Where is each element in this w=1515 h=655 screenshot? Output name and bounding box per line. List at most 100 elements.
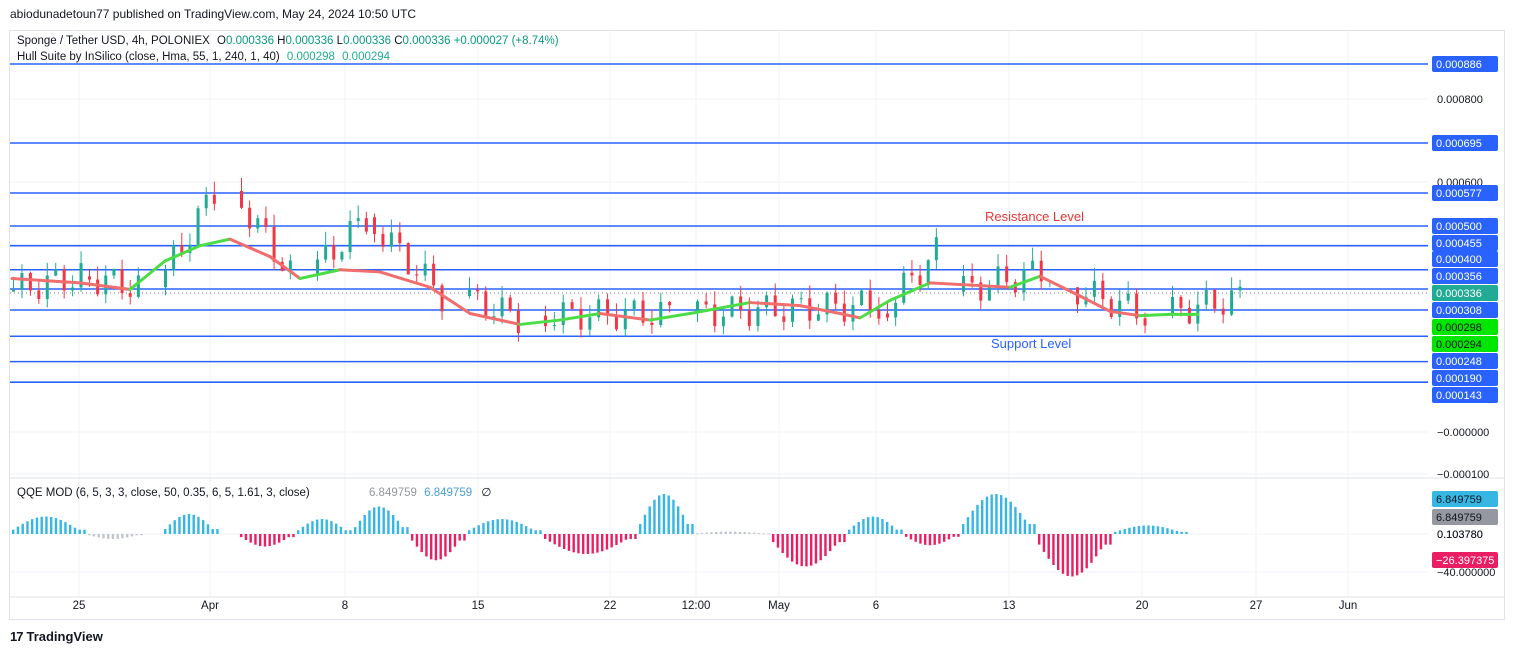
qqe-bar — [26, 521, 29, 534]
qqe-bar — [586, 534, 590, 554]
candle-body — [248, 207, 252, 229]
qqe-bar — [425, 534, 428, 557]
qqe-bar — [54, 518, 58, 534]
qqe-bar — [814, 534, 818, 564]
qqe-bar — [1047, 534, 1050, 559]
qqe-bar — [287, 534, 290, 538]
qqe-bar — [624, 534, 628, 540]
qqe-bar — [73, 527, 77, 534]
qqe-bar — [829, 534, 832, 552]
qqe-bar — [268, 534, 271, 547]
o-label: O — [217, 35, 226, 47]
qqe-bar — [202, 520, 205, 534]
axis-tick-label: −0.000000 — [1437, 427, 1489, 439]
main-legend[interactable]: Sponge / Tether USD, 4h, POLONIEX O0.000… — [17, 35, 559, 47]
qqe-bar — [781, 534, 784, 553]
qqe-bar — [506, 519, 509, 534]
qqe-bar — [886, 521, 889, 534]
qqe-bar — [16, 526, 20, 534]
tradingview-logo[interactable]: 17 TradingView — [10, 629, 103, 644]
qqe-bar — [335, 523, 338, 534]
candle-body — [324, 244, 328, 260]
qqe-bar — [791, 534, 794, 562]
qqe-bar — [639, 524, 642, 534]
qqe-negative-label: −26.397375 — [1436, 555, 1494, 567]
qqe-bar — [833, 534, 837, 546]
qqe-bar — [1137, 525, 1141, 534]
qqe-bar — [691, 524, 694, 534]
time-tick-label: 12:00 — [682, 600, 711, 612]
candle-body — [918, 275, 922, 286]
qqe-bar — [377, 506, 381, 534]
qqe-bar — [800, 534, 803, 567]
qqe-bar — [1076, 534, 1079, 576]
candle-body — [508, 297, 512, 311]
chart-canvas[interactable]: 0.0008000.000600−0.000000−0.0001000.1037… — [0, 0, 1515, 655]
candle-body — [1126, 293, 1130, 301]
qqe-bar — [881, 519, 884, 534]
qqe-bar — [59, 519, 62, 534]
candle-body — [476, 289, 480, 292]
qqe-bar — [107, 534, 110, 539]
candle-body — [765, 295, 769, 308]
qqe-bar — [282, 534, 286, 541]
qqe-bar — [306, 523, 309, 534]
qqe-bar — [316, 519, 319, 534]
qqe-bar — [339, 526, 343, 534]
candle-body — [552, 325, 556, 327]
axis-tick-label: 0.000800 — [1437, 94, 1483, 106]
c-label: C — [394, 35, 403, 47]
level-price-label: 0.000143 — [1436, 390, 1482, 402]
qqe-bar — [1090, 534, 1093, 563]
hull-legend[interactable]: Hull Suite by InSilico (close, Hma, 55, … — [17, 51, 390, 63]
hull-segment — [888, 281, 932, 302]
qqe-bar — [482, 523, 485, 534]
qqe-bar — [1142, 525, 1145, 534]
qqe-bar — [539, 530, 542, 534]
qqe-legend[interactable]: QQE MOD (6, 5, 3, 3, close, 50, 0.35, 6,… — [17, 485, 491, 499]
qqe-bar — [615, 534, 618, 546]
qqe-bar — [1156, 526, 1160, 534]
qqe-mid-label: 0.103780 — [1437, 529, 1483, 541]
qqe-bar — [168, 524, 172, 534]
candle-body — [196, 208, 200, 245]
qqe-bar — [577, 534, 580, 554]
qqe-bar — [244, 534, 248, 541]
candle-body — [588, 317, 592, 330]
candle-body — [650, 322, 654, 326]
qqe-bar — [738, 531, 742, 534]
candle-body — [851, 305, 855, 322]
qqe-bar — [102, 534, 105, 539]
qqe-bar — [1009, 501, 1012, 534]
qqe-bar — [924, 534, 927, 545]
open-value: 0.000336 — [226, 35, 274, 47]
candle-body — [45, 275, 49, 299]
time-tick-label: 15 — [472, 600, 485, 612]
qqe-bar — [990, 494, 993, 534]
qqe-second-label: 6.849759 — [1436, 512, 1482, 524]
qqe-bar — [344, 530, 347, 534]
qqe-bar — [206, 524, 210, 534]
hull-upper-label: 0.000298 — [1436, 322, 1482, 334]
qqe-bar — [463, 534, 466, 541]
hull-segment — [378, 270, 432, 289]
qqe-bar — [914, 534, 917, 542]
candle-body — [886, 313, 889, 318]
candle-body — [1171, 296, 1174, 314]
qqe-bar — [1061, 534, 1065, 574]
qqe-bar — [83, 529, 86, 534]
qqe-bar — [876, 517, 879, 534]
candle-body — [1204, 289, 1208, 305]
qqe-bar — [567, 534, 571, 551]
candle-body — [240, 191, 243, 208]
qqe-bar — [349, 530, 352, 534]
qqe-bar — [50, 516, 53, 534]
qqe-bar — [69, 524, 72, 534]
qqe-bar — [919, 534, 922, 544]
qqe-bar — [1166, 528, 1169, 534]
qqe-bar — [553, 534, 556, 545]
qqe-bar — [534, 530, 537, 534]
qqe-bar — [772, 534, 775, 543]
qqe-bar — [273, 534, 276, 545]
candle-body — [668, 301, 672, 306]
